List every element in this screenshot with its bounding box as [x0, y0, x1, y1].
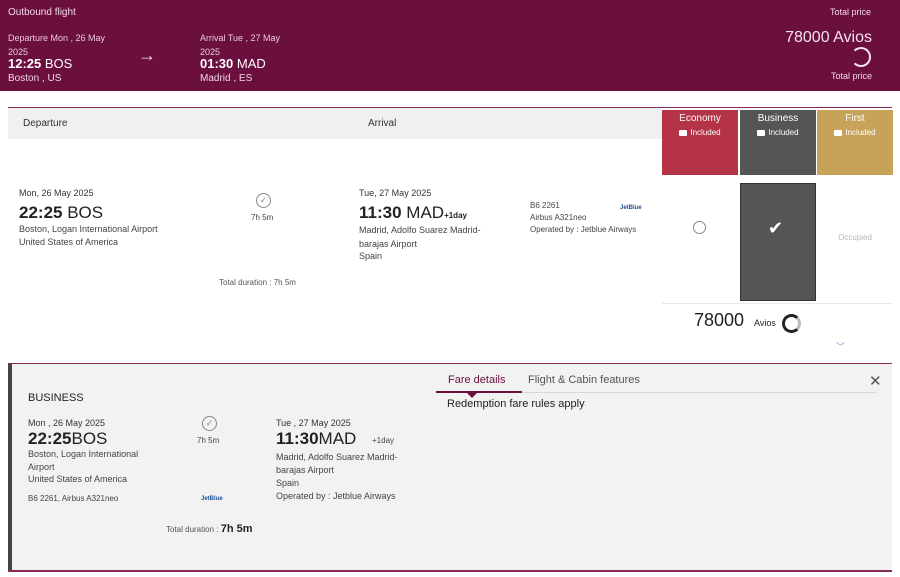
- cabin-business-included-text: Included: [768, 128, 799, 137]
- banner-title: Outbound flight: [8, 7, 76, 18]
- banner-departure-hour: 12:25: [8, 56, 42, 71]
- arrival-airport: Madrid, Adolfo Suarez Madrid-barajas Air…: [359, 225, 481, 249]
- fare-rules-text: Redemption fare rules apply: [447, 398, 585, 410]
- banner-departure-time: 12:25 BOS: [8, 56, 72, 71]
- total-duration: Total duration : 7h 5m: [219, 278, 296, 287]
- banner-arrival-code: MAD: [236, 56, 266, 71]
- cabin-economy-included-text: Included: [690, 128, 721, 137]
- details-departure-hour: 22:25: [28, 429, 72, 448]
- plus-day-badge: +1day: [444, 211, 467, 220]
- flight-number: B6 2261: [530, 201, 560, 210]
- first-fare-option: Occupied: [817, 183, 893, 301]
- details-cabin: BUSINESS: [28, 392, 84, 404]
- banner-arrival-city: Madrid , ES: [200, 73, 253, 84]
- chevron-down-icon[interactable]: ﹀: [836, 340, 845, 353]
- details-departure-time: 22:25BOS: [28, 429, 107, 449]
- cabin-first-included: Included: [817, 128, 893, 137]
- cabin-economy[interactable]: Economy Included: [662, 110, 738, 175]
- details-departure-code: BOS: [71, 429, 108, 448]
- tab-fare-details[interactable]: Fare details: [448, 374, 505, 386]
- avios-label: Avios: [754, 318, 776, 328]
- details-total-duration-value: 7h 5m: [220, 523, 253, 535]
- departure-time: 22:25 BOS: [19, 203, 103, 223]
- details-arrival-code: MAD: [318, 429, 357, 448]
- banner-arrival-date: Arrival Tue , 27 May 2025: [200, 33, 281, 57]
- total-price-label-top: Total price: [829, 7, 871, 17]
- column-departure: Departure: [23, 118, 68, 129]
- clock-icon: ✓: [202, 416, 217, 431]
- clock-icon: ✓: [256, 193, 271, 208]
- departure-hour: 22:25: [19, 203, 63, 222]
- flight-details-panel: BUSINESS Mon , 26 May 2025 22:25BOS Bost…: [8, 363, 892, 572]
- tab-divider: [522, 392, 877, 393]
- details-operated-by: Operated by : Jetblue Airways: [276, 491, 396, 501]
- close-icon[interactable]: ✕: [869, 372, 882, 390]
- divider: [662, 303, 892, 304]
- details-arrival-country: Spain: [276, 478, 300, 488]
- arrival-date: Tue, 27 May 2025: [359, 188, 432, 198]
- total-price: 78000 Avios: [785, 29, 872, 46]
- cabin-business[interactable]: Business Included: [740, 110, 816, 175]
- banner-departure-date: Departure Mon , 26 May 2025: [8, 33, 106, 57]
- arrow-right-icon: →: [138, 45, 156, 65]
- details-departure-date: Mon , 26 May 2025: [28, 418, 106, 428]
- cabin-first-name: First: [845, 113, 865, 124]
- column-arrival: Arrival: [368, 118, 397, 129]
- business-fare-option[interactable]: ✔: [740, 183, 816, 301]
- details-duration: 7h 5m: [197, 436, 220, 445]
- details-plus-day: +1day: [372, 436, 395, 445]
- panel-accent-bar: [8, 364, 12, 572]
- details-departure-airport: Boston, Logan International Airport: [28, 449, 139, 472]
- details-total-duration-label: Total duration :: [166, 525, 219, 534]
- total-price-label-bottom: Total price: [830, 71, 872, 81]
- details-arrival-time: 11:30MAD: [276, 429, 356, 449]
- first-occupied-label: Occupied: [838, 233, 872, 242]
- airline-logo: JetBlue: [620, 205, 642, 211]
- economy-radio[interactable]: [693, 221, 706, 234]
- loading-spinner-icon: [782, 314, 801, 333]
- departure-airport: Boston, Logan International Airport: [19, 224, 158, 234]
- arrival-hour: 11:30: [359, 203, 402, 222]
- banner-arrival-hour: 01:30: [200, 56, 234, 71]
- flight-column-header: Departure Arrival: [8, 108, 662, 139]
- details-flight-info: B6 2261, Airbus A321neo: [28, 494, 119, 503]
- details-departure-country: United States of America: [28, 474, 128, 484]
- banner-departure-city: Boston , US: [8, 73, 62, 84]
- cabin-business-name: Business: [757, 113, 799, 124]
- tab-active-indicator: [436, 391, 522, 393]
- departure-code: BOS: [67, 203, 104, 222]
- departure-date: Mon, 26 May 2025: [19, 188, 94, 198]
- arrival-country: Spain: [359, 251, 383, 261]
- aircraft-type: Airbus A321neo: [530, 213, 587, 222]
- cabin-first-included-text: Included: [845, 128, 876, 137]
- baggage-icon: [679, 129, 688, 136]
- cabin-economy-included: Included: [662, 128, 738, 137]
- details-arrival-airport: Madrid, Adolfo Suarez Madrid-barajas Air…: [276, 452, 398, 475]
- panel-bottom-border: [8, 570, 892, 572]
- flight-duration: 7h 5m: [251, 213, 274, 222]
- cabin-first[interactable]: First Included: [817, 110, 893, 175]
- arrival-code: MAD: [406, 203, 445, 222]
- banner-departure-code: BOS: [44, 56, 73, 71]
- cabin-economy-name: Economy: [679, 113, 721, 124]
- tab-flight-cabin-features[interactable]: Flight & Cabin features: [528, 374, 640, 386]
- flight-summary-banner: Outbound flight Total price Departure Mo…: [0, 0, 900, 91]
- cabin-business-included: Included: [740, 128, 816, 137]
- baggage-icon: [757, 129, 766, 136]
- baggage-icon: [834, 129, 843, 136]
- checkmark-icon: ✔: [768, 218, 784, 238]
- banner-arrival-time: 01:30 MAD: [200, 56, 266, 71]
- avios-value: 78000: [694, 310, 745, 330]
- operated-by: Operated by : Jetblue Airways: [530, 225, 637, 234]
- arrival-time: 11:30 MAD+1day: [359, 203, 467, 223]
- details-arrival-date: Tue , 27 May 2025: [276, 418, 351, 428]
- details-arrival-hour: 11:30: [276, 429, 319, 448]
- economy-fare-option[interactable]: [662, 183, 738, 301]
- details-total-duration: Total duration : 7h 5m: [166, 523, 253, 535]
- departure-country: United States of America: [19, 237, 119, 247]
- airline-logo: JetBlue: [201, 496, 223, 502]
- loading-spinner-icon: [851, 47, 871, 67]
